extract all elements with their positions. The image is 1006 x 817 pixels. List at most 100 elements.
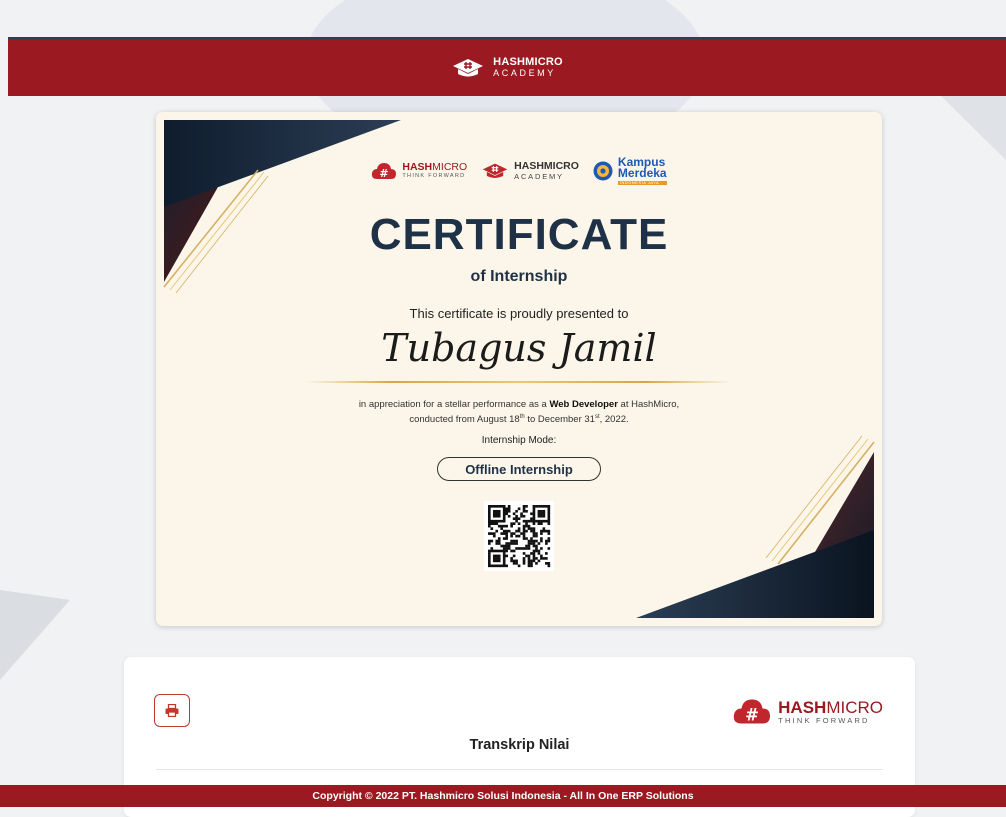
qr-module bbox=[512, 549, 516, 553]
qr-module bbox=[545, 519, 548, 523]
qr-module bbox=[540, 519, 543, 523]
qr-module bbox=[492, 554, 496, 558]
academy-logo-icon bbox=[453, 58, 484, 76]
qr-module bbox=[542, 519, 546, 523]
qr-module bbox=[502, 507, 506, 511]
qr-module bbox=[522, 552, 526, 555]
qr-module bbox=[525, 537, 528, 540]
qr-module bbox=[495, 559, 499, 563]
qr-module bbox=[547, 547, 551, 550]
header-brand-logo[interactable]: HASHMICRO ACADEMY bbox=[451, 57, 563, 79]
qr-module bbox=[517, 534, 521, 538]
qr-module bbox=[502, 512, 506, 516]
qr-module bbox=[492, 514, 496, 518]
qr-module bbox=[547, 517, 551, 521]
hashmicro-cloud-icon: # bbox=[372, 162, 397, 180]
qr-module bbox=[500, 527, 504, 530]
qr-module bbox=[530, 529, 533, 533]
hashmicro-cloud-icon: # bbox=[733, 699, 771, 725]
qr-module bbox=[505, 532, 508, 535]
print-button[interactable] bbox=[154, 694, 190, 727]
qr-module bbox=[492, 549, 496, 553]
qr-module bbox=[537, 509, 541, 513]
qr-module bbox=[525, 529, 528, 533]
qr-module bbox=[532, 557, 536, 560]
qr-module bbox=[495, 505, 499, 508]
qr-module bbox=[515, 562, 518, 565]
qr-module bbox=[540, 537, 543, 540]
qr-module bbox=[488, 559, 491, 563]
qr-module bbox=[512, 542, 516, 545]
indonesia-jaya-tag: INDONESIA JAYA bbox=[617, 180, 667, 185]
qr-module bbox=[490, 532, 494, 535]
qr-module bbox=[512, 554, 516, 558]
qr-module bbox=[488, 522, 491, 525]
qr-module bbox=[505, 529, 508, 533]
qr-module bbox=[515, 542, 518, 545]
qr-module bbox=[542, 529, 546, 533]
qr-module bbox=[500, 564, 504, 568]
footer-bar: Copyright © 2022 PT. Hashmicro Solusi In… bbox=[0, 785, 1006, 807]
qr-module bbox=[525, 519, 528, 523]
qr-module bbox=[510, 559, 513, 563]
qr-module bbox=[488, 554, 491, 558]
qr-module bbox=[495, 519, 499, 523]
qr-module bbox=[488, 524, 491, 528]
qr-module bbox=[492, 557, 496, 560]
qr-module bbox=[540, 529, 543, 533]
qr-module bbox=[505, 554, 508, 558]
qr-module bbox=[527, 547, 531, 550]
qr-module bbox=[517, 522, 521, 525]
qr-module bbox=[515, 559, 518, 563]
qr-module bbox=[502, 552, 506, 555]
qr-module bbox=[530, 527, 533, 530]
certificate-card: # HASHMICRO THINK FORWARD HASHMICRO ACAD… bbox=[156, 112, 882, 626]
qr-module bbox=[507, 547, 511, 550]
qr-module bbox=[527, 559, 531, 563]
qr-module bbox=[540, 532, 543, 535]
qr-module bbox=[525, 524, 528, 528]
svg-text:#: # bbox=[380, 167, 389, 180]
qr-module bbox=[522, 509, 526, 513]
qr-module bbox=[520, 547, 523, 550]
qr-module bbox=[532, 554, 536, 558]
qr-module bbox=[497, 509, 501, 513]
qr-module bbox=[500, 532, 504, 535]
qr-module bbox=[495, 509, 499, 513]
qr-module bbox=[522, 529, 526, 533]
qr-module bbox=[540, 539, 543, 543]
qr-module bbox=[495, 549, 499, 553]
qr-module bbox=[547, 532, 551, 535]
qr-module bbox=[512, 532, 516, 535]
hashmicro-tagline: THINK FORWARD bbox=[402, 172, 466, 179]
qr-module bbox=[505, 542, 508, 545]
qr-module bbox=[488, 512, 491, 516]
qr-module bbox=[495, 512, 499, 516]
qr-module bbox=[532, 522, 536, 525]
presented-to-text: This certificate is proudly presented to bbox=[409, 306, 629, 321]
qr-module bbox=[530, 564, 533, 568]
qr-module bbox=[540, 522, 543, 525]
qr-module bbox=[495, 554, 499, 558]
qr-module bbox=[527, 524, 531, 528]
qr-module bbox=[542, 505, 546, 508]
qr-module bbox=[490, 539, 494, 543]
qr-module bbox=[512, 522, 516, 525]
qr-module bbox=[505, 544, 508, 548]
qr-module bbox=[532, 527, 536, 530]
internship-mode-label: Internship Mode: bbox=[481, 435, 557, 446]
qr-module bbox=[497, 557, 501, 560]
qr-module bbox=[542, 527, 546, 530]
qr-module bbox=[535, 534, 538, 538]
qr-module bbox=[510, 522, 513, 525]
qr-module bbox=[495, 542, 499, 545]
qr-module bbox=[530, 539, 533, 543]
qr-module bbox=[532, 505, 536, 508]
qr-module bbox=[502, 549, 506, 553]
qr-module bbox=[532, 534, 536, 538]
qr-module bbox=[488, 517, 491, 521]
panel-logo-thin: MICRO bbox=[826, 697, 883, 717]
qr-module bbox=[492, 505, 496, 508]
qr-module bbox=[488, 509, 491, 513]
qr-module bbox=[515, 509, 518, 513]
